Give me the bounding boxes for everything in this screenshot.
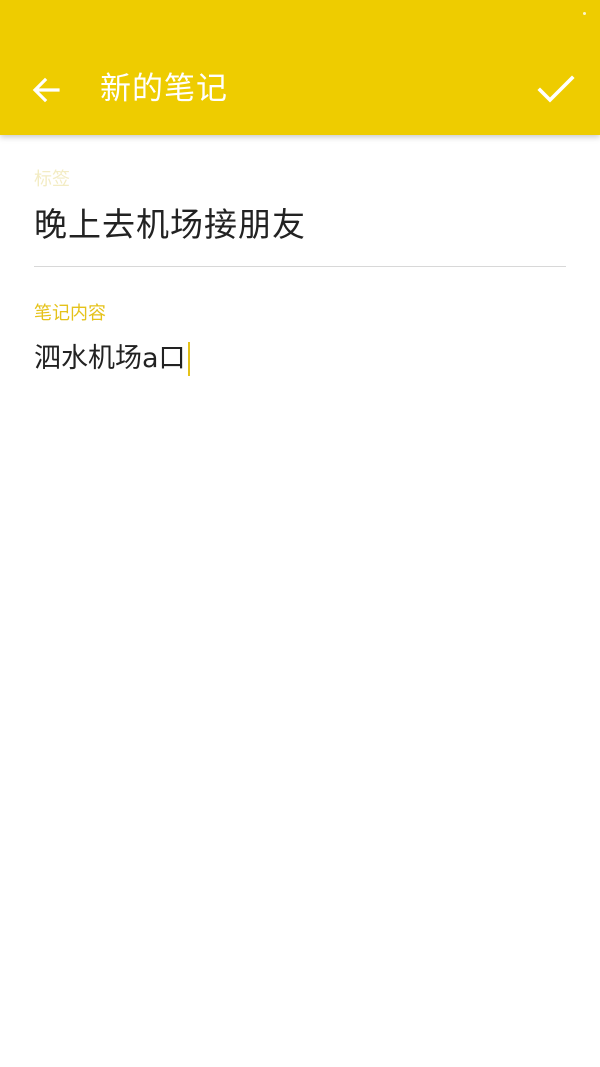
app-bar: 新的笔记 bbox=[0, 0, 600, 135]
back-button[interactable] bbox=[20, 64, 72, 116]
content-input[interactable]: 泗水机场a口 bbox=[34, 340, 566, 378]
status-indicator-dot bbox=[583, 12, 586, 15]
tag-input[interactable]: 晚上去机场接朋友 bbox=[34, 202, 566, 248]
tag-input-underline bbox=[34, 266, 566, 267]
tag-label: 标签 bbox=[34, 169, 70, 190]
content-field: 笔记内容 泗水机场a口 bbox=[34, 302, 566, 378]
check-icon bbox=[537, 75, 575, 103]
arrow-left-icon bbox=[32, 77, 60, 103]
done-button[interactable] bbox=[526, 60, 586, 120]
content-label: 笔记内容 bbox=[34, 303, 106, 324]
content-text: 泗水机场a口 bbox=[34, 343, 186, 374]
tag-field: 标签 晚上去机场接朋友 bbox=[34, 168, 566, 267]
page-title: 新的笔记 bbox=[100, 71, 228, 107]
text-cursor bbox=[187, 342, 190, 376]
note-editor-screen: 新的笔记 标签 晚上去机场接朋友 笔记内容 泗水机场a口 bbox=[0, 0, 600, 1067]
